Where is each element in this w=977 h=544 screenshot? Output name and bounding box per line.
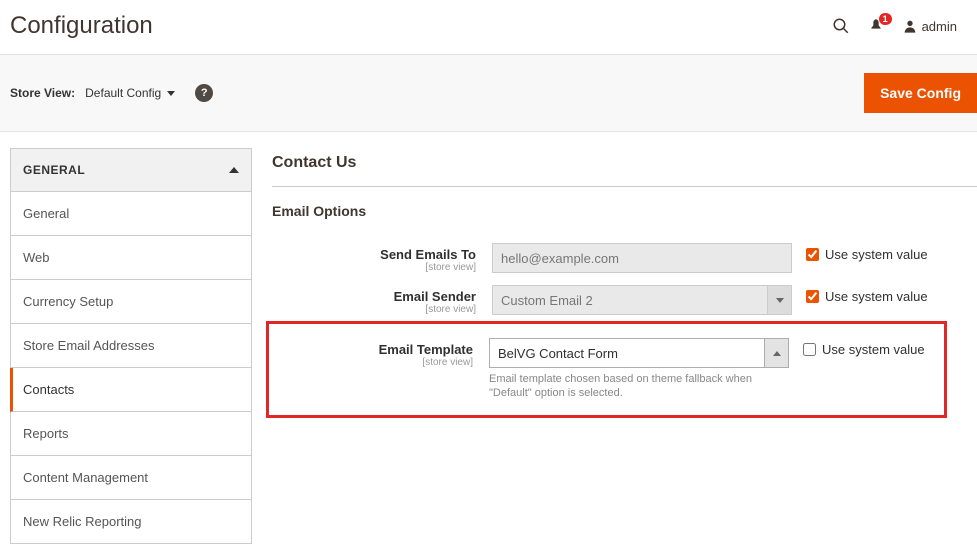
field-scope: [store view] xyxy=(269,357,473,368)
field-scope: [store view] xyxy=(272,262,476,273)
use-system-checkbox[interactable] xyxy=(806,248,819,261)
use-system-label: Use system value xyxy=(825,289,928,304)
search-icon[interactable] xyxy=(832,17,850,35)
use-system-label: Use system value xyxy=(825,247,928,262)
user-icon xyxy=(902,18,918,34)
sidebar-item-label: Contacts xyxy=(23,382,74,397)
admin-account[interactable]: admin xyxy=(902,18,957,34)
field-label: Email Sender xyxy=(394,289,476,304)
sidebar-item-content-management[interactable]: Content Management xyxy=(10,456,252,500)
store-view-value: Default Config xyxy=(85,86,161,100)
use-system-value-send-to[interactable]: Use system value xyxy=(792,243,928,262)
use-system-checkbox[interactable] xyxy=(803,343,816,356)
email-sender-select: Custom Email 2 xyxy=(492,285,792,315)
select-value: BelVG Contact Form xyxy=(498,346,618,361)
row-email-sender: Email Sender [store view] Custom Email 2… xyxy=(272,279,977,321)
subsection-title: Email Options xyxy=(272,203,977,219)
chevron-up-icon xyxy=(229,167,239,173)
send-emails-to-input xyxy=(492,243,792,273)
select-value: Custom Email 2 xyxy=(501,293,593,308)
save-config-button[interactable]: Save Config xyxy=(864,73,977,113)
page-title: Configuration xyxy=(10,12,153,40)
use-system-checkbox[interactable] xyxy=(806,290,819,303)
sidebar-item-label: Reports xyxy=(23,426,69,441)
row-send-emails-to: Send Emails To [store view] Use system v… xyxy=(272,237,977,279)
page-header: Configuration 1 admin xyxy=(0,0,977,55)
sidebar-item-new-relic-reporting[interactable]: New Relic Reporting xyxy=(10,500,252,544)
field-label: Send Emails To xyxy=(380,247,476,262)
sidebar-item-reports[interactable]: Reports xyxy=(10,412,252,456)
sidebar-item-label: Currency Setup xyxy=(23,294,113,309)
highlight-box: Email Template [store view] BelVG Contac… xyxy=(266,321,947,418)
caret-down-icon xyxy=(776,298,784,303)
sidebar-group-general[interactable]: GENERAL xyxy=(10,148,252,192)
sidebar-item-label: Store Email Addresses xyxy=(23,338,155,353)
store-view-label: Store View: xyxy=(10,86,75,100)
sidebar-item-label: Web xyxy=(23,250,50,265)
sidebar-item-store-email-addresses[interactable]: Store Email Addresses xyxy=(10,324,252,368)
sidebar-item-label: Content Management xyxy=(23,470,148,485)
store-view-select[interactable]: Default Config xyxy=(85,86,175,100)
caret-down-icon xyxy=(167,91,175,96)
main-content: Contact Us Email Options Send Emails To … xyxy=(272,148,977,544)
field-label: Email Template xyxy=(379,342,473,357)
use-system-value-template[interactable]: Use system value xyxy=(789,338,925,357)
sidebar-item-currency-setup[interactable]: Currency Setup xyxy=(10,280,252,324)
toolbar: Store View: Default Config ? Save Config xyxy=(0,55,977,132)
section-title: Contact Us xyxy=(272,148,977,187)
notification-icon[interactable]: 1 xyxy=(868,18,884,34)
caret-up-icon xyxy=(773,351,781,356)
email-template-select[interactable]: BelVG Contact Form xyxy=(489,338,789,368)
field-hint: Email template chosen based on theme fal… xyxy=(489,372,789,401)
sidebar-item-label: General xyxy=(23,206,69,221)
sidebar-group-label: GENERAL xyxy=(23,163,85,177)
row-email-template: Email Template [store view] BelVG Contac… xyxy=(269,332,944,407)
sidebar-item-label: New Relic Reporting xyxy=(23,514,142,529)
sidebar-item-web[interactable]: Web xyxy=(10,236,252,280)
use-system-value-sender[interactable]: Use system value xyxy=(792,285,928,304)
admin-username: admin xyxy=(922,19,957,34)
sidebar: GENERAL General Web Currency Setup Store… xyxy=(10,148,252,544)
notification-badge: 1 xyxy=(879,13,892,25)
field-scope: [store view] xyxy=(272,304,476,315)
use-system-label: Use system value xyxy=(822,342,925,357)
help-icon[interactable]: ? xyxy=(195,84,213,102)
sidebar-item-contacts[interactable]: Contacts xyxy=(10,368,252,412)
sidebar-item-general[interactable]: General xyxy=(10,192,252,236)
